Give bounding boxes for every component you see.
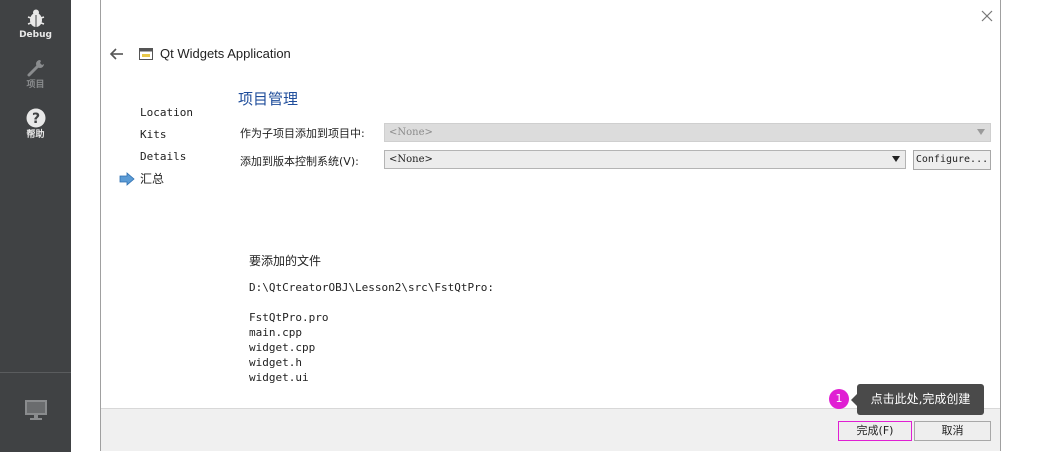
current-step-arrow-icon [119, 172, 135, 186]
instruction-tooltip: 点击此处,完成创建 [857, 384, 984, 415]
vcs-label: 添加到版本控制系统(V): [240, 155, 359, 168]
file-item: widget.h [249, 356, 302, 369]
files-path: D:\QtCreatorOBJ\Lesson2\src\FstQtPro: [249, 281, 495, 294]
help-icon: ? [26, 108, 45, 128]
step-summary-label: 汇总 [140, 172, 165, 186]
mode-label: 项目 [26, 80, 45, 90]
step-number-badge: 1 [829, 389, 849, 409]
sidebar-divider [0, 372, 71, 373]
chevron-down-icon [892, 156, 900, 162]
step-location: Location [140, 106, 193, 119]
vcs-combobox[interactable]: <None> [384, 150, 906, 169]
finish-button[interactable]: 完成(F) [838, 421, 912, 441]
step-details: Details [140, 150, 187, 163]
wizard-steps: Location Kits Details 汇总 [117, 105, 193, 193]
step-kits: Kits [140, 128, 167, 141]
back-arrow-icon[interactable] [109, 46, 125, 62]
svg-text:?: ? [31, 111, 39, 127]
mode-help[interactable]: ? 帮助 [0, 108, 71, 141]
subproject-value: <None> [389, 127, 433, 138]
mode-sidebar: Debug 项目 ? 帮助 [0, 0, 71, 452]
close-icon[interactable] [979, 8, 995, 24]
file-item: widget.ui [249, 371, 309, 384]
mode-label: 帮助 [26, 130, 45, 140]
window-app-icon [139, 48, 153, 60]
bug-icon [27, 9, 44, 27]
wrench-icon [27, 60, 44, 77]
mode-label: Debug [19, 30, 52, 40]
wizard-title: Qt Widgets Application [160, 46, 291, 61]
monitor-icon [24, 400, 47, 420]
mode-debug[interactable]: Debug [0, 8, 71, 41]
files-to-add: 要添加的文件 D:\QtCreatorOBJ\Lesson2\src\FstQt… [249, 252, 494, 385]
subproject-label: 作为子项目添加到项目中: [240, 127, 365, 140]
mode-project[interactable]: 项目 [0, 58, 71, 91]
file-item: widget.cpp [249, 341, 316, 354]
configure-button[interactable]: Configure... [913, 150, 991, 170]
step-summary: 汇总 [117, 171, 193, 193]
cancel-button[interactable]: 取消 [914, 421, 991, 441]
vcs-value: <None> [389, 154, 433, 165]
subproject-combobox[interactable]: <None> [384, 123, 991, 142]
section-title: 项目管理 [238, 90, 299, 108]
file-item: FstQtPro.pro [249, 311, 329, 324]
file-item: main.cpp [249, 326, 302, 339]
mode-target-selector[interactable] [0, 398, 71, 422]
chevron-down-icon [977, 129, 985, 135]
files-heading: 要添加的文件 [249, 254, 322, 268]
